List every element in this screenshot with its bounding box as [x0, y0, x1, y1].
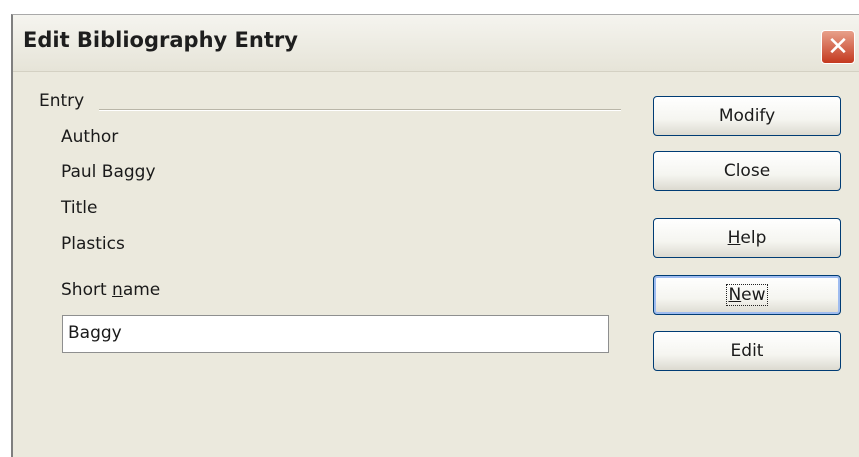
short-name-input[interactable]: Baggy — [62, 315, 609, 353]
close-button-label: Close — [723, 161, 771, 181]
title-label: Title — [61, 198, 98, 218]
close-button[interactable]: Close — [653, 151, 841, 191]
author-value: Paul Baggy — [61, 162, 156, 182]
dialog-title: Edit Bibliography Entry — [23, 28, 298, 52]
title-bar[interactable]: Edit Bibliography Entry ✕ — [13, 15, 859, 72]
short-name-label: Short name — [61, 280, 161, 300]
bibliography-dialog: Edit Bibliography Entry ✕ Entry Author P… — [11, 14, 859, 457]
entry-frame-label: Entry — [39, 91, 85, 111]
author-label: Author — [61, 127, 119, 147]
new-button[interactable]: New — [653, 275, 841, 315]
new-button-label: New — [726, 284, 768, 306]
help-button-label: Help — [727, 228, 767, 248]
edit-button[interactable]: Edit — [653, 331, 841, 371]
entry-frame-divider — [99, 109, 621, 111]
close-window-icon[interactable]: ✕ — [821, 30, 855, 64]
title-value: Plastics — [61, 234, 125, 254]
help-button[interactable]: Help — [653, 218, 841, 258]
modify-button-label: Modify — [718, 106, 776, 126]
edit-button-label: Edit — [730, 341, 764, 361]
modify-button[interactable]: Modify — [653, 96, 841, 136]
